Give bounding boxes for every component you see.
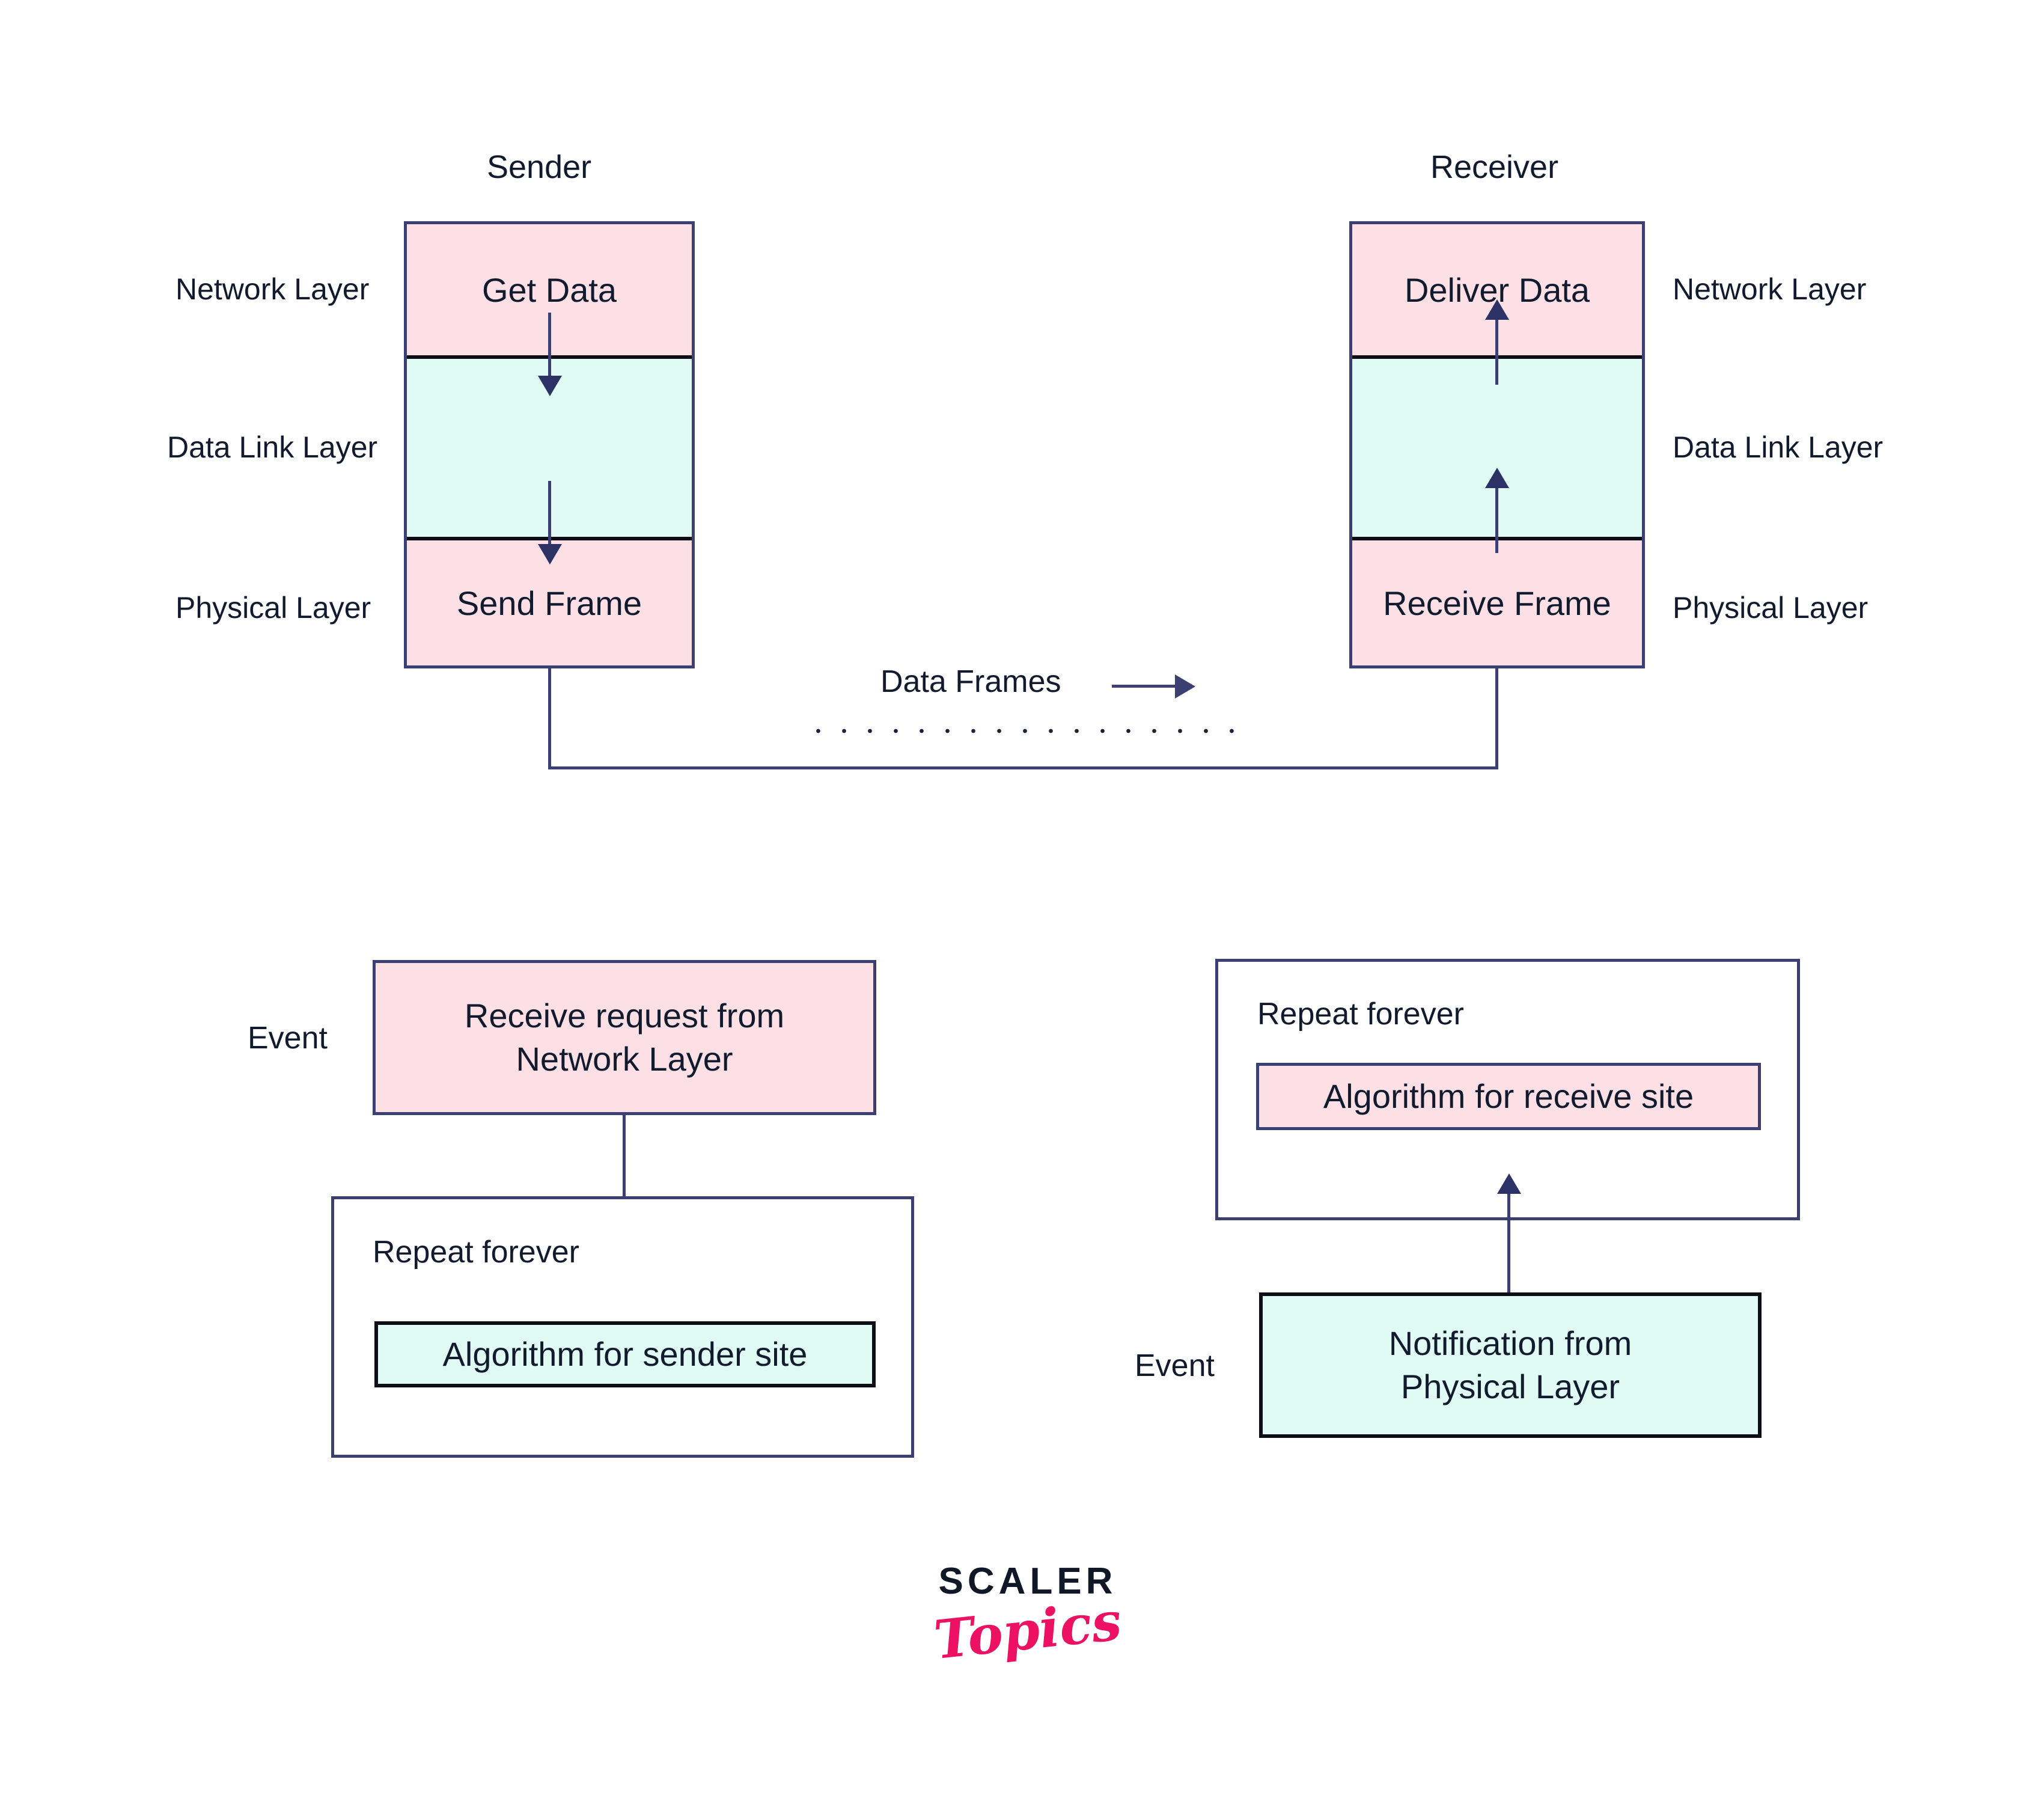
receiver-event-label: Event <box>1135 1348 1215 1383</box>
receiver-physical-layer-text: Receive Frame <box>1383 584 1611 622</box>
receiver-arrow1-head <box>1485 299 1509 320</box>
receiver-protocol-stack: Deliver Data Receive Frame <box>1349 221 1645 668</box>
sender-arrow2-line <box>548 481 551 547</box>
receiver-algorithm-box-text: Algorithm for receive site <box>1323 1077 1694 1116</box>
sender-network-layer-label: Network Layer <box>175 272 370 306</box>
diagram-canvas: Sender Receiver Get Data Send Frame Netw… <box>0 0 2044 1807</box>
receiver-flow-arrow-line <box>1507 1193 1510 1292</box>
receiver-flow-arrow-head <box>1497 1173 1521 1194</box>
receiver-arrow1-line <box>1495 319 1498 385</box>
sender-protocol-stack: Get Data Send Frame <box>404 221 695 668</box>
receiver-event-box: Notification from Physical Layer <box>1259 1292 1762 1438</box>
sender-algorithm-box: Algorithm for sender site <box>374 1321 876 1387</box>
transmission-right-segment <box>1495 668 1498 769</box>
sender-physical-layer-text: Send Frame <box>456 584 642 622</box>
receiver-network-layer-label: Network Layer <box>1673 272 1867 306</box>
receiver-physical-layer-cell: Receive Frame <box>1352 540 1642 665</box>
receiver-repeat-forever-label: Repeat forever <box>1257 997 1464 1032</box>
sender-arrow2-head <box>538 544 562 564</box>
sender-physical-layer-label: Physical Layer <box>175 591 371 625</box>
receiver-event-box-line1: Notification from <box>1388 1324 1632 1363</box>
data-frames-label: Data Frames <box>880 664 1061 699</box>
receiver-title: Receiver <box>1430 149 1559 185</box>
data-frames-arrow-head <box>1175 674 1195 699</box>
receiver-data-link-layer-label: Data Link Layer <box>1673 430 1884 464</box>
sender-event-box: Receive request from Network Layer <box>373 960 876 1115</box>
logo-scriptmark: Topics <box>931 1589 1124 1672</box>
receiver-physical-layer-label: Physical Layer <box>1673 591 1869 625</box>
sender-title: Sender <box>487 149 592 185</box>
receiver-event-box-line2: Physical Layer <box>1400 1368 1620 1405</box>
frame-stream-dots <box>805 727 1244 735</box>
receiver-event-box-text: Notification from Physical Layer <box>1389 1322 1632 1408</box>
sender-event-box-line1: Receive request from <box>464 997 785 1035</box>
data-frames-arrow-shaft <box>1112 685 1178 688</box>
transmission-left-segment <box>548 668 551 769</box>
transmission-bottom-segment <box>548 766 1498 769</box>
sender-data-link-layer-label: Data Link Layer <box>167 430 378 464</box>
sender-event-box-line2: Network Layer <box>516 1040 733 1078</box>
receiver-arrow2-line <box>1495 487 1498 553</box>
sender-arrow1-head <box>538 376 562 396</box>
receiver-algorithm-box: Algorithm for receive site <box>1256 1063 1761 1130</box>
scaler-topics-logo: SCALER Topics <box>871 1563 1184 1672</box>
sender-arrow1-line <box>548 313 551 379</box>
sender-algorithm-box-text: Algorithm for sender site <box>442 1335 808 1374</box>
sender-event-label: Event <box>248 1021 328 1056</box>
sender-event-box-text: Receive request from Network Layer <box>465 994 784 1080</box>
sender-repeat-forever-label: Repeat forever <box>373 1235 579 1270</box>
receiver-arrow2-head <box>1485 468 1509 488</box>
sender-network-layer-text: Get Data <box>481 271 617 309</box>
